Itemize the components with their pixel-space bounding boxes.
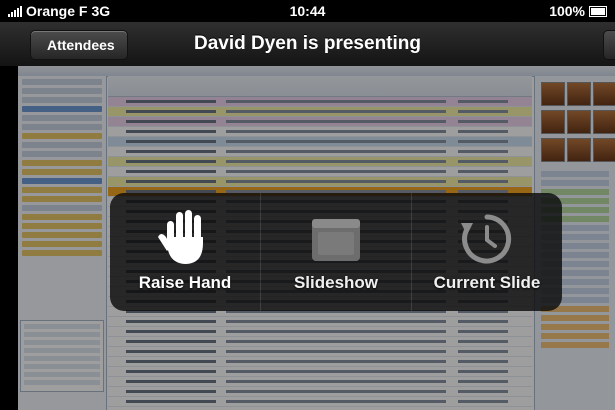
hand-icon	[158, 210, 203, 264]
raise-hand-button[interactable]: Raise Hand	[110, 193, 260, 311]
page-title: David Dyen is presenting	[193, 33, 421, 54]
current-slide-button[interactable]: Current Slide	[411, 193, 562, 311]
slideshow-button[interactable]: Slideshow	[260, 193, 411, 311]
slideshow-icon	[312, 219, 360, 261]
current-slide-label: Current Slide	[433, 273, 541, 292]
battery-percent: 100%	[549, 3, 585, 19]
presentation-action-hud: Raise Hand Slideshow Current Slide	[110, 193, 562, 311]
nav-right-button[interactable]	[603, 30, 615, 60]
status-bar: Orange F 3G 10:44 100%	[0, 0, 615, 22]
slideshow-label: Slideshow	[293, 273, 379, 292]
battery-icon	[589, 5, 607, 17]
clock-arrow-icon	[461, 214, 512, 264]
battery-info: 100%	[549, 3, 607, 19]
raise-hand-label: Raise Hand	[138, 273, 232, 292]
clock: 10:44	[289, 3, 326, 19]
navigation-bar: Attendees David Dyen is presenting	[0, 22, 615, 67]
